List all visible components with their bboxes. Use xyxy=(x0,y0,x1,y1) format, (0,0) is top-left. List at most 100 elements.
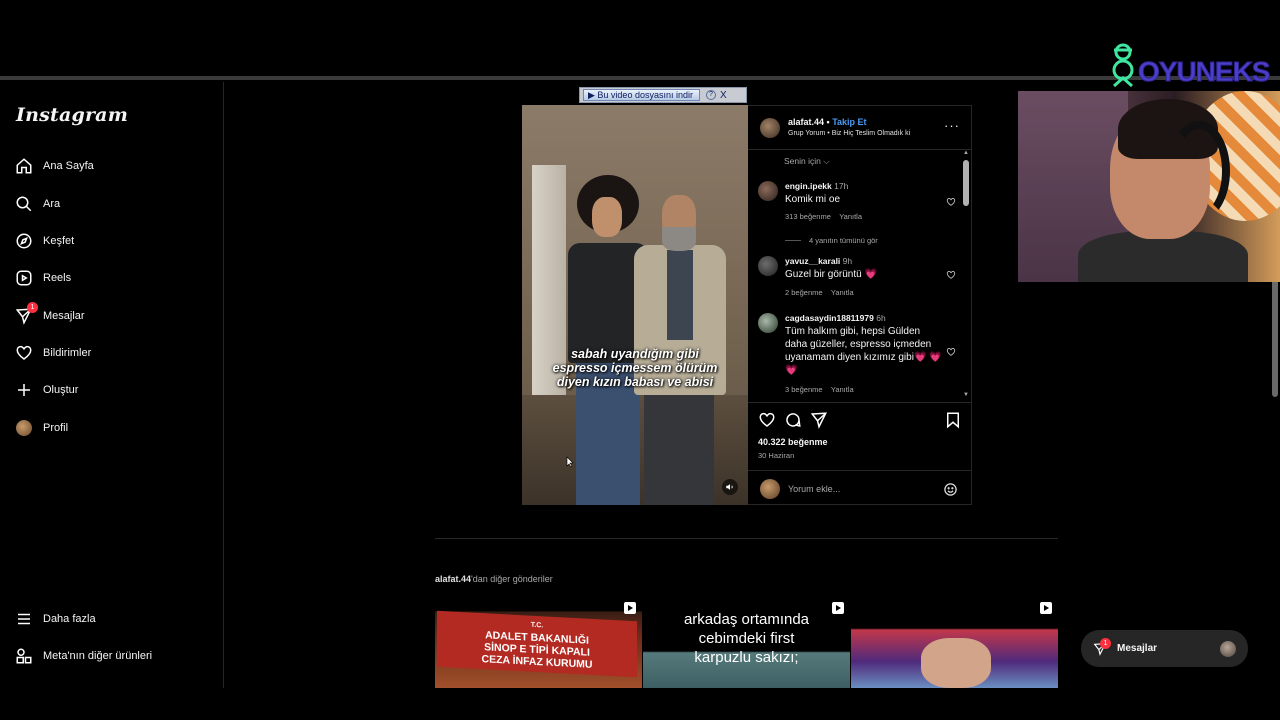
sidebar-item-label: Oluştur xyxy=(43,384,79,396)
follow-button[interactable]: Takip Et xyxy=(832,117,866,127)
notification-badge: 1 xyxy=(1100,637,1111,649)
more-posts-heading: alafat.44'dan diğer gönderiler xyxy=(435,574,553,584)
reply-button[interactable]: Yanıtla xyxy=(831,385,854,394)
menu-icon xyxy=(14,609,34,629)
avatar[interactable] xyxy=(758,256,778,276)
more-posts-username[interactable]: alafat.44 xyxy=(435,574,471,584)
post-video[interactable]: sabah uyandığım gibi espresso içmessem ö… xyxy=(522,105,748,505)
messages-floating-button[interactable]: 1 Mesajlar xyxy=(1081,630,1248,667)
heart-icon xyxy=(14,343,34,363)
top-divider xyxy=(0,76,1280,80)
sidebar-item-meta-products[interactable]: Meta'nın diğer ürünleri xyxy=(14,642,152,670)
avatar xyxy=(1220,641,1236,657)
scroll-up-arrow-icon[interactable]: ▲ xyxy=(963,150,969,156)
audio-track[interactable]: Grup Yorum • Biz Hiç Teslim Olmadık ki xyxy=(788,130,910,137)
thumbnail-text: arkadaş ortamında cebimdeki first karpuz… xyxy=(683,611,810,666)
like-count[interactable]: 40.322 beğenme xyxy=(758,437,828,447)
download-video-button[interactable]: ▶ Bu video dosyasını indir xyxy=(583,89,700,101)
top-black-bar xyxy=(0,0,1280,76)
like-comment-heart-icon[interactable] xyxy=(946,197,956,207)
messenger-icon: 1 xyxy=(14,302,38,326)
video-download-bar: ▶ Bu video dosyasını indir ? X xyxy=(579,87,747,103)
reel-icon xyxy=(1040,602,1052,614)
like-comment-heart-icon[interactable] xyxy=(946,347,956,357)
help-icon[interactable]: ? xyxy=(705,90,716,100)
sidebar-item-messages[interactable]: 1 Mesajlar xyxy=(14,302,85,330)
messenger-icon: 1 xyxy=(1093,637,1111,656)
post-header: alafat.44 • Takip Et Grup Yorum • Biz Hi… xyxy=(748,106,972,150)
sidebar-item-search[interactable]: Ara xyxy=(14,190,60,218)
comment-input[interactable] xyxy=(788,481,928,497)
avatar[interactable] xyxy=(760,118,780,138)
mute-button[interactable] xyxy=(722,479,738,495)
avatar[interactable] xyxy=(758,313,778,333)
bookmark-icon[interactable] xyxy=(944,411,962,429)
post-date: 30 Haziran xyxy=(758,451,795,460)
home-icon xyxy=(14,156,34,176)
close-download-bar-button[interactable]: X xyxy=(720,90,727,101)
meta-products-icon xyxy=(14,646,34,666)
comment-text: Komik mi oe xyxy=(785,194,841,205)
instagram-logo[interactable]: Instagram xyxy=(16,104,128,126)
avatar[interactable] xyxy=(758,181,778,201)
like-comment-heart-icon[interactable] xyxy=(946,270,956,280)
sidebar-item-notifications[interactable]: Bildirimler xyxy=(14,339,91,367)
comment-likes[interactable]: 2 beğenme xyxy=(785,288,823,297)
more-post-thumbnail[interactable]: T.C. ADALET BAKANLIĞI SİNOP E TİPİ KAPAL… xyxy=(435,600,642,688)
comment-likes[interactable]: 313 beğenme xyxy=(785,212,831,221)
reply-button[interactable]: Yanıtla xyxy=(839,212,862,221)
mascot-logo-icon xyxy=(1112,43,1134,88)
comment-time: 9h xyxy=(842,256,853,266)
comment-bubble-icon[interactable] xyxy=(784,411,802,429)
webcam-overlay xyxy=(1018,91,1280,282)
avatar xyxy=(16,420,32,436)
sidebar-item-label: Keşfet xyxy=(43,235,75,247)
plus-icon xyxy=(14,380,34,400)
comment-text: Guzel bir görüntü 💗 xyxy=(785,269,877,280)
video-caption: sabah uyandığım gibi espresso içmessem ö… xyxy=(552,347,718,389)
scroll-down-arrow-icon[interactable]: ▼ xyxy=(963,392,969,398)
comment-likes[interactable]: 3 beğenme xyxy=(785,385,823,394)
post-username[interactable]: alafat.44 xyxy=(788,117,824,127)
comment-sort-dropdown[interactable]: Senin için ⌵ xyxy=(784,156,830,167)
stream-brand-logo: OYUNEKS xyxy=(1104,40,1280,92)
comments-scrollbar[interactable]: ▲ ▼ xyxy=(962,150,970,400)
emoji-icon[interactable] xyxy=(943,482,958,497)
sidebar-item-label: Profil xyxy=(43,422,69,434)
sidebar: Instagram Ana Sayfa Ara Keşfet Reels 1 M… xyxy=(0,82,224,688)
notification-badge: 1 xyxy=(27,302,38,313)
comment-username[interactable]: engin.ipekk xyxy=(785,181,832,191)
speaker-icon xyxy=(726,484,733,490)
comment-time: 6h xyxy=(876,313,886,323)
brand-text: OYUNEKS xyxy=(1137,56,1270,88)
reply-button[interactable]: Yanıtla xyxy=(831,288,854,297)
reel-icon xyxy=(624,602,636,614)
view-replies-button[interactable]: 4 yanıtın tümünü gör xyxy=(785,236,878,245)
comment-time: 17h xyxy=(834,181,849,191)
like-heart-icon[interactable] xyxy=(758,411,776,429)
sidebar-item-more[interactable]: Daha fazla xyxy=(14,605,96,633)
post-panel: alafat.44 • Takip Et Grup Yorum • Biz Hi… xyxy=(748,105,972,505)
more-post-thumbnail[interactable] xyxy=(851,600,1058,688)
headset-icon xyxy=(1168,121,1230,221)
sidebar-item-explore[interactable]: Keşfet xyxy=(14,227,74,255)
sidebar-item-reels[interactable]: Reels xyxy=(14,264,71,292)
more-options-button[interactable]: ··· xyxy=(944,118,960,133)
mouse-cursor xyxy=(566,456,574,468)
sidebar-item-label: Bildirimler xyxy=(43,347,92,359)
sidebar-item-profile[interactable]: Profil xyxy=(14,414,68,442)
more-post-thumbnail[interactable]: arkadaş ortamında cebimdeki first karpuz… xyxy=(643,600,850,688)
sidebar-item-label: Mesajlar xyxy=(43,310,85,322)
reels-icon xyxy=(14,268,34,288)
add-comment-bar xyxy=(748,470,972,506)
share-paper-plane-icon[interactable] xyxy=(810,411,828,429)
separator: • xyxy=(826,117,830,127)
sidebar-item-create[interactable]: Oluştur xyxy=(14,376,78,404)
comment-username[interactable]: cagdasaydin18811979 xyxy=(785,313,874,323)
sidebar-item-home[interactable]: Ana Sayfa xyxy=(14,152,94,180)
sidebar-item-label: Meta'nın diğer ürünleri xyxy=(43,650,153,662)
sidebar-item-label: Reels xyxy=(43,272,72,284)
search-icon xyxy=(14,194,34,214)
comment-username[interactable]: yavuz__karali xyxy=(785,256,840,266)
section-divider xyxy=(435,538,1058,539)
